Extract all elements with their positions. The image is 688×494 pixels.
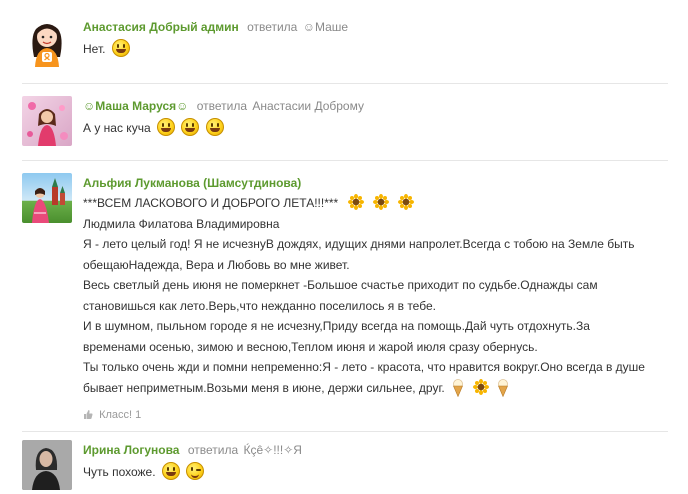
divider [22, 431, 668, 432]
comment-line: Ты только очень жди и помни непременно:Я… [83, 360, 645, 374]
comment-line: временами осенью, зимою и весною,Теплом … [83, 339, 538, 354]
sunflower-icon [398, 194, 415, 210]
smile-icon [161, 462, 180, 480]
comment-line: И в шумном, пыльном городе я не исчезну,… [83, 319, 590, 333]
woman-kremlin-avatar-icon [32, 178, 65, 223]
reply-to-link[interactable]: Ќçê✧!!!✧Я [243, 443, 301, 457]
comment-line: Весь светлый день июня не померкнет -Бол… [83, 278, 598, 292]
ice-cream-icon [453, 378, 464, 397]
comment-text-content: Чуть похоже. [83, 465, 156, 479]
sunflower-icon [372, 194, 389, 210]
reply-label: ответила [187, 443, 239, 457]
comment-line: становишься как лето.Верь,что нежданно п… [83, 298, 436, 313]
divider [22, 83, 668, 84]
comment-text-content: А у нас куча [83, 121, 151, 135]
reply-label: ответила [247, 20, 298, 34]
wink-smile-icon [186, 462, 205, 480]
avatar[interactable] [22, 173, 72, 223]
comment-text: ***ВСЕМ ЛАСКОВОГО И ДОБРОГО ЛЕТА!!!*** Л… [83, 193, 668, 398]
sunflower-icon [473, 378, 490, 395]
thumbs-up-icon [84, 410, 93, 419]
reply-to-link[interactable]: ☺Маше [303, 20, 348, 34]
like-button[interactable]: Класс! 1 [83, 409, 141, 421]
smile-icon [181, 118, 200, 136]
comment-line: Я - лето целый год! Я не исчезнуВ дождях… [83, 237, 635, 251]
smile-icon [205, 118, 224, 136]
author-link[interactable]: Альфия Лукманова (Шамсутдинова) [83, 176, 301, 190]
comment-text: Чуть похоже. [83, 462, 668, 483]
comment-line: ***ВСЕМ ЛАСКОВОГО И ДОБРОГО ЛЕТА!!!*** [83, 193, 668, 214]
avatar[interactable] [22, 440, 72, 490]
comment-meta: Альфия Лукманова (Шамсутдинова) [83, 176, 301, 190]
smile-icon [156, 118, 175, 136]
comment-text: А у нас куча [83, 118, 668, 139]
comment-meta: Анастасия Добрый админ ответила ☺Маше [83, 20, 348, 34]
comment-line: бывает неприметным.Возьми меня в июне, д… [83, 378, 668, 399]
comment-text-content: Нет. [83, 42, 106, 56]
woman-photo-avatar-icon [22, 440, 72, 490]
like-label: Класс! 1 [99, 409, 142, 421]
comment-line: обещаюНадежда, Вера и Любовь во мне живе… [83, 257, 350, 272]
smile-icon [111, 39, 130, 57]
reply-label: ответила [196, 99, 248, 113]
author-link[interactable]: Анастасия Добрый админ [83, 20, 239, 34]
divider [22, 160, 668, 161]
reply-to-link[interactable]: Анастасии Доброму [252, 99, 364, 113]
author-link[interactable]: Ирина Логунова [83, 443, 179, 457]
avatar[interactable] [22, 96, 72, 146]
comment-line-text: ***ВСЕМ ЛАСКОВОГО И ДОБРОГО ЛЕТА!!!*** [83, 196, 339, 210]
ice-cream-icon [497, 378, 508, 397]
avatar[interactable] [22, 17, 72, 67]
author-link[interactable]: ☺Маша Маруся☺ [83, 99, 188, 113]
girl-avatar-icon [32, 24, 62, 67]
comment-meta: ☺Маша Маруся☺ ответила Анастасии Доброму [83, 99, 364, 113]
sunflower-icon [347, 194, 364, 210]
comment-line-text: бывает неприметным.Возьми меня в июне, д… [83, 380, 445, 395]
comment-meta: Ирина Логунова ответила Ќçê✧!!!✧Я [83, 443, 302, 457]
comment-line: Людмила Филатова Владимировна [83, 216, 280, 231]
comment-text: Нет. [83, 39, 668, 60]
girl-photo-avatar-icon [27, 102, 68, 146]
